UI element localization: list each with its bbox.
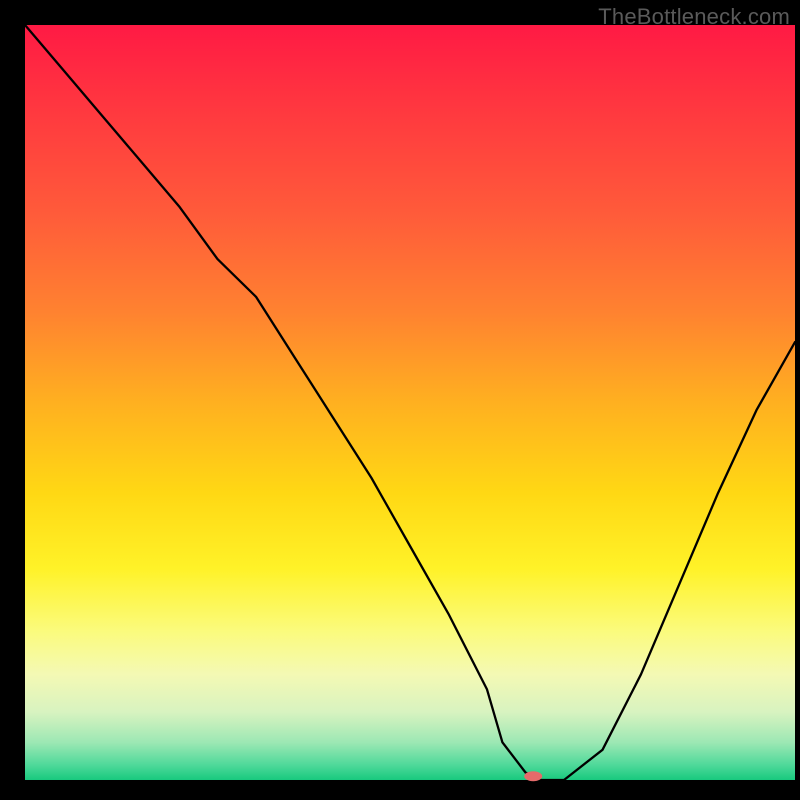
bottleneck-chart: TheBottleneck.com bbox=[0, 0, 800, 800]
chart-gradient-background bbox=[25, 25, 795, 780]
watermark-label: TheBottleneck.com bbox=[598, 4, 790, 30]
optimal-point-marker bbox=[524, 771, 542, 781]
chart-svg bbox=[0, 0, 800, 800]
